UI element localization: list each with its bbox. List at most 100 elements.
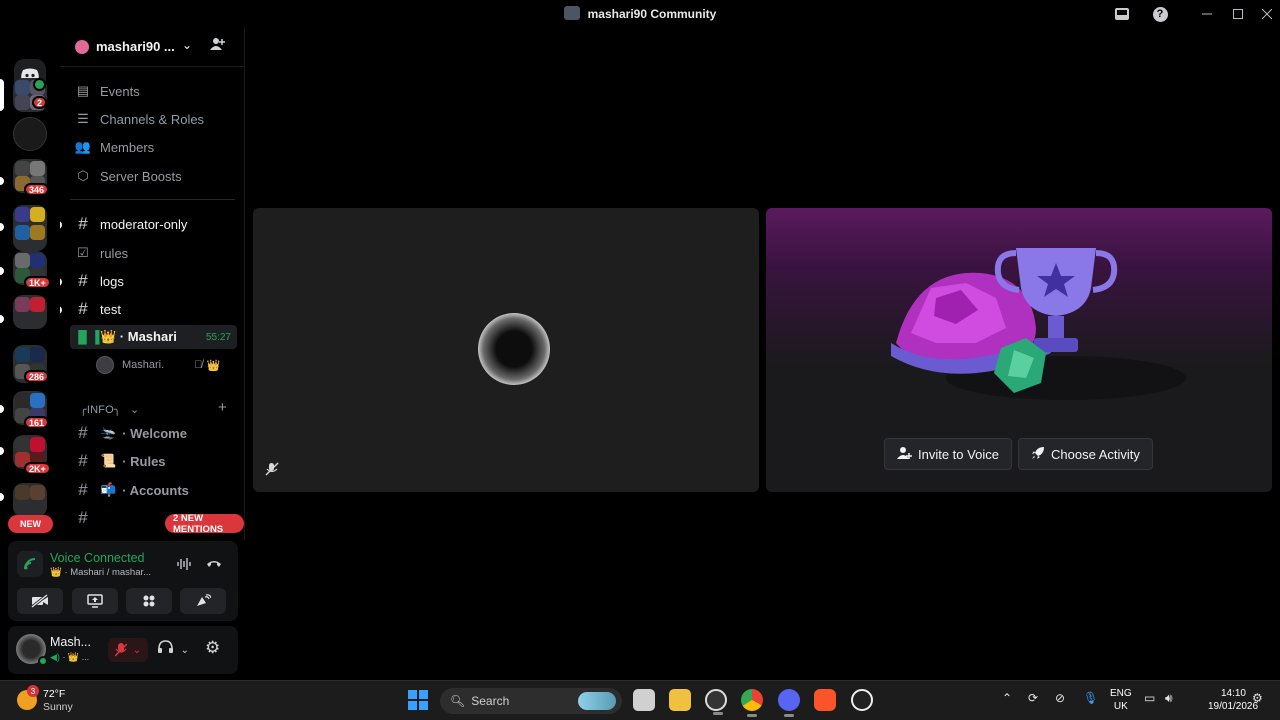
unread-indicator (60, 278, 62, 286)
hash-icon: # (78, 423, 88, 442)
sync-icon[interactable]: ⟳ (1028, 691, 1038, 705)
channel-rules-info[interactable]: # 📜 · Rules (70, 449, 237, 473)
task-view-icon[interactable] (633, 689, 655, 711)
channel-welcome[interactable]: # 🛬 · Welcome (70, 421, 237, 445)
windows-start-icon[interactable] (408, 690, 428, 710)
muted-icon: 🎙̸ (194, 359, 203, 371)
camera-off-icon (31, 594, 48, 608)
unread-indicator (0, 223, 4, 231)
signal-icon[interactable] (17, 551, 43, 577)
help-icon[interactable]: ? (1150, 5, 1170, 23)
voice-channel-mashari[interactable]: ▐▌▐ 👑 · Mashari 55:27 (70, 325, 237, 349)
settings-gear-icon[interactable]: ⚙ (205, 638, 220, 658)
screen-share-button[interactable] (72, 588, 118, 614)
boost-icon: ⬡ (77, 168, 89, 183)
create-channel-icon[interactable]: + (218, 399, 227, 416)
steam-settings-icon[interactable] (851, 689, 873, 711)
discord-taskbar-icon[interactable] (778, 689, 800, 717)
choose-activity-button[interactable]: Choose Activity (1018, 438, 1153, 470)
user-status-text: · 👑 ... (62, 652, 90, 662)
network-icon[interactable]: ▭ (1144, 691, 1155, 705)
server-folder[interactable] (13, 205, 47, 251)
channel-label: test (100, 301, 121, 317)
headphones-icon (158, 640, 173, 653)
channel-moderator-only[interactable]: # moderator-only (70, 212, 237, 236)
notification-icon[interactable]: ⚙︎ (1252, 691, 1263, 705)
deafen-button[interactable]: ⌄ (158, 640, 189, 656)
channel-accounts[interactable]: # 📬 · Accounts (70, 478, 237, 502)
nav-channels-roles[interactable]: ☰ Channels & Roles (70, 108, 235, 130)
steelseries-icon[interactable] (705, 689, 727, 715)
channel-logs[interactable]: # logs (70, 269, 237, 293)
invite-people-icon[interactable] (210, 37, 225, 54)
search-label: Search (471, 694, 510, 708)
invite-to-voice-button[interactable]: Invite to Voice (884, 438, 1012, 470)
server-folder[interactable] (13, 295, 47, 329)
soundboard-button[interactable] (180, 588, 226, 614)
user-video-tile[interactable] (253, 208, 759, 492)
network-off-icon[interactable]: ⊘ (1055, 691, 1065, 705)
unread-indicator (0, 405, 4, 413)
channel-test[interactable]: # test (70, 297, 237, 321)
voice-channel-label: 👑 · Mashari (100, 329, 177, 344)
voice-connection-panel: Voice Connected 👑 · Mashari / mashar... (8, 541, 238, 621)
activities-button[interactable] (126, 588, 172, 614)
channel-rules[interactable]: ☑ rules (70, 241, 237, 265)
avatar[interactable] (16, 634, 48, 666)
speaker-icon: ◀) (50, 652, 60, 662)
chevron-up-icon[interactable]: ⌃ (1002, 691, 1012, 705)
username[interactable]: Mash... (50, 635, 91, 649)
disconnect-icon[interactable] (206, 556, 222, 571)
mic-muted-icon (114, 643, 127, 657)
category-label: ╭INFO╮ (80, 404, 121, 416)
server-header[interactable]: mashari90 ... ⌄ (60, 27, 244, 67)
category-info[interactable]: ╭INFO╮ ⌄ (80, 403, 139, 416)
nav-members-label: Members (100, 139, 155, 155)
new-unreads-pill[interactable]: NEW (8, 515, 53, 533)
voice-user-mashari[interactable]: Mashari. 🎙̸ 👑 (96, 354, 220, 376)
voice-duration: 55:27 (205, 331, 231, 343)
mute-button[interactable]: ⌄ (108, 638, 148, 662)
server-home-icon (75, 40, 89, 54)
voice-stage: Invite to Voice Choose Activity (245, 27, 1280, 680)
minimize-button[interactable] (1196, 5, 1218, 23)
nav-server-boosts[interactable]: ⬡ Server Boosts (70, 165, 235, 187)
camera-off-button[interactable] (17, 588, 63, 614)
server-thumbnail-icon (563, 6, 580, 20)
language-indicator[interactable]: ENG UK (1110, 687, 1132, 713)
new-mentions-pill[interactable]: 2 NEW MENTIONS (165, 513, 244, 535)
user-panel: Mash... ◀) · 👑 ... ⌄ ⌄ ⚙ (8, 626, 238, 674)
system-clock[interactable]: 14:10 19/01/2026 (1208, 687, 1259, 713)
clock-time: 14:10 (1220, 688, 1246, 699)
trophy-turtle-illustration (891, 248, 1186, 400)
inbox-icon[interactable] (1112, 5, 1132, 23)
maximize-button[interactable] (1227, 5, 1249, 23)
chrome-icon[interactable] (741, 689, 763, 717)
noise-suppression-icon[interactable] (176, 557, 192, 574)
voice-channel-path[interactable]: 👑 · Mashari / mashar... (50, 567, 151, 578)
file-explorer-icon[interactable] (669, 689, 691, 711)
weather-temperature[interactable]: 72°F (43, 688, 65, 700)
hash-icon: # (78, 214, 88, 233)
hash-icon: # (78, 508, 88, 527)
server-badge: 2 (32, 96, 48, 109)
clock-date: 19/01/2026 (1208, 701, 1259, 712)
activities-icon (143, 595, 155, 607)
online-status-icon (38, 656, 48, 666)
brave-icon[interactable] (814, 689, 836, 711)
nav-events[interactable]: ▤ Events (70, 80, 235, 102)
chevron-down-icon: ⌄ (182, 38, 193, 52)
volume-icon[interactable]: 🔊︎ (1165, 691, 1173, 706)
lang-region: UK (1113, 701, 1128, 712)
divider (70, 199, 235, 200)
screen-share-icon (87, 594, 103, 608)
voice-status[interactable]: Voice Connected (50, 551, 145, 565)
rules-icon: ☑ (77, 245, 89, 260)
server-icon[interactable] (13, 117, 47, 151)
nav-members[interactable]: 👥 Members (70, 136, 235, 158)
taskbar-search[interactable]: 🔍︎ Search (440, 688, 622, 714)
server-folder[interactable] (13, 483, 47, 517)
microphone-icon[interactable]: 🎙︎ (1083, 691, 1098, 705)
close-button[interactable] (1256, 5, 1278, 23)
weather-description[interactable]: Sunny (43, 701, 73, 713)
